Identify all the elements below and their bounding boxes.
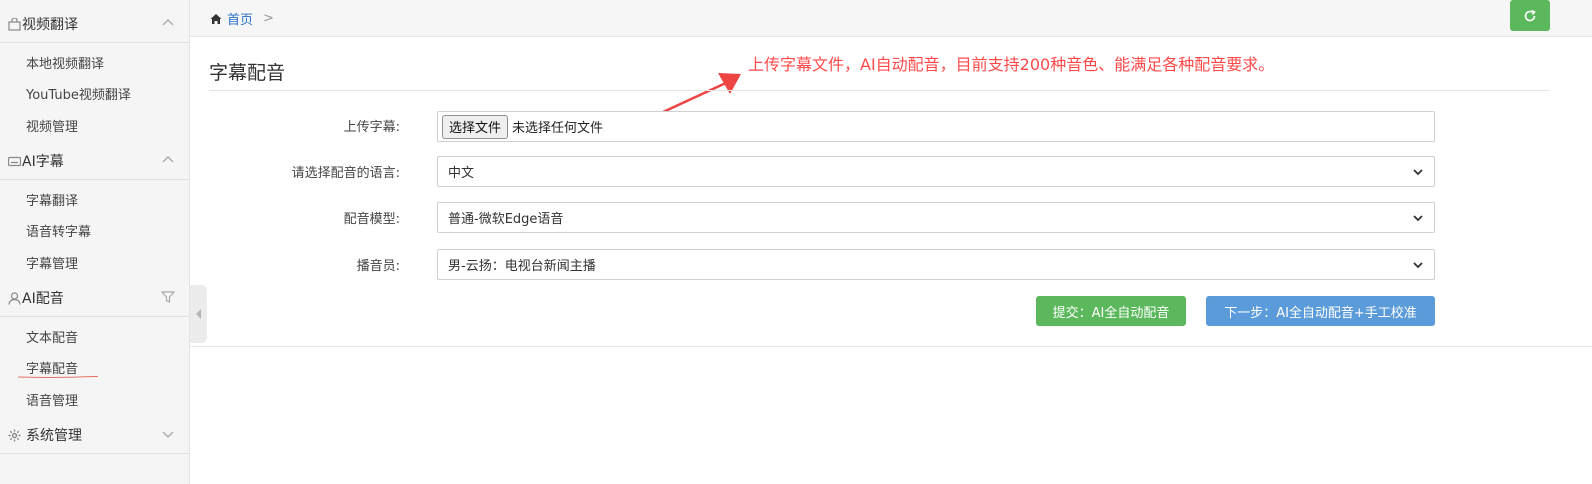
subtitle-icon bbox=[8, 156, 21, 167]
refresh-button[interactable] bbox=[1510, 0, 1550, 31]
group-label: AI字幕 bbox=[22, 153, 64, 170]
chevron-down-icon bbox=[1413, 262, 1423, 269]
sidebar-item-speech-to-subtitle[interactable]: 语音转字幕 bbox=[0, 215, 189, 245]
sidebar: 视频翻译 本地视频翻译 YouTube视频翻译 视频管理 AI字幕 字幕翻译 语… bbox=[0, 0, 190, 484]
upload-field: 选择文件 未选择任何文件 bbox=[437, 111, 1435, 142]
submit-auto-dubbing-button[interactable]: 提交：AI全自动配音 bbox=[1036, 296, 1186, 326]
sidebar-group-ai-dubbing[interactable]: AI配音 bbox=[0, 279, 189, 317]
model-select[interactable]: 普通-微软Edge语音 bbox=[437, 202, 1435, 233]
voice-select-value: 男-云扬：电视台新闻主播 bbox=[448, 259, 596, 274]
chevron-down-icon bbox=[1413, 215, 1423, 222]
page-title: 字幕配音 bbox=[209, 62, 286, 84]
topbar: 首页 > bbox=[190, 0, 1592, 37]
refresh-icon bbox=[1524, 9, 1536, 21]
sidebar-item-subtitle-translate[interactable]: 字幕翻译 bbox=[0, 184, 189, 214]
person-icon bbox=[8, 292, 21, 305]
panel-divider bbox=[209, 90, 1549, 91]
voice-select[interactable]: 男-云扬：电视台新闻主播 bbox=[437, 249, 1435, 280]
filter-icon[interactable] bbox=[159, 288, 177, 306]
sidebar-item-youtube-video[interactable]: YouTube视频翻译 bbox=[0, 78, 189, 108]
sidebar-collapse-toggle[interactable] bbox=[190, 285, 207, 343]
voice-label: 播音员: bbox=[356, 259, 400, 274]
language-label: 请选择配音的语言: bbox=[291, 166, 400, 181]
choose-file-button[interactable]: 选择文件 bbox=[442, 114, 509, 139]
annotation-text: 上传字幕文件，AI自动配音，目前支持200种音色、能满足各种配音要求。 bbox=[748, 55, 1275, 74]
file-status-text: 未选择任何文件 bbox=[512, 121, 604, 136]
home-icon bbox=[210, 13, 222, 24]
chevron-left-icon bbox=[195, 309, 201, 319]
group-label: 视频翻译 bbox=[22, 16, 78, 33]
next-step-button[interactable]: 下一步：AI全自动配音+手工校准 bbox=[1206, 296, 1435, 326]
sidebar-item-voice-manage[interactable]: 语音管理 bbox=[0, 384, 189, 414]
sidebar-item-local-video[interactable]: 本地视频翻译 bbox=[0, 47, 189, 77]
sidebar-group-system-manage[interactable]: 系统管理 bbox=[0, 416, 189, 454]
sidebar-item-text-dubbing[interactable]: 文本配音 bbox=[0, 321, 189, 351]
content-divider bbox=[190, 346, 1592, 347]
chevron-up-icon[interactable] bbox=[159, 151, 177, 169]
breadcrumb-separator: > bbox=[263, 11, 274, 26]
upload-label: 上传字幕: bbox=[343, 120, 400, 135]
sidebar-item-subtitle-manage[interactable]: 字幕管理 bbox=[0, 247, 189, 277]
active-underline bbox=[18, 376, 98, 378]
group-label: 系统管理 bbox=[26, 427, 82, 444]
breadcrumb: 首页 > bbox=[210, 9, 274, 28]
chevron-down-icon[interactable] bbox=[159, 425, 177, 443]
chevron-up-icon[interactable] bbox=[159, 14, 177, 32]
sidebar-item-subtitle-dubbing[interactable]: 字幕配音 bbox=[0, 352, 189, 382]
language-select-value: 中文 bbox=[448, 166, 475, 181]
model-select-value: 普通-微软Edge语音 bbox=[448, 212, 564, 227]
breadcrumb-home-link[interactable]: 首页 bbox=[227, 9, 253, 28]
language-select[interactable]: 中文 bbox=[437, 156, 1435, 187]
sidebar-group-video-translate[interactable]: 视频翻译 bbox=[0, 5, 189, 43]
sidebar-group-ai-subtitle[interactable]: AI字幕 bbox=[0, 142, 189, 180]
chevron-down-icon bbox=[1413, 169, 1423, 176]
bag-icon bbox=[8, 18, 21, 31]
model-label: 配音模型: bbox=[343, 212, 400, 227]
gear-icon bbox=[8, 429, 21, 442]
sidebar-item-video-manage[interactable]: 视频管理 bbox=[0, 110, 189, 140]
group-label: AI配音 bbox=[22, 290, 64, 307]
